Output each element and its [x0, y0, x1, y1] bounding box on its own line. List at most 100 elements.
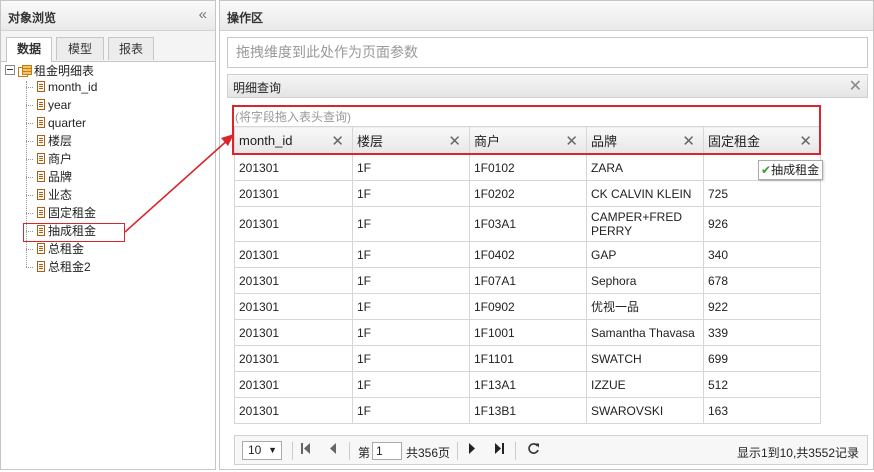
table-cell: 1F — [352, 180, 470, 207]
record-info: 显示1到10,共3552记录 — [736, 446, 859, 460]
table-row[interactable]: 201301 1F 1F13B1 SWAROVSKI 163 — [234, 397, 821, 424]
table-cell: 1F07A1 — [469, 267, 587, 294]
table-cell: 1F13A1 — [469, 371, 587, 398]
table-cell: 1F — [352, 154, 470, 181]
table-row[interactable]: 201301 1F 1F07A1 Sephora 678 — [234, 267, 821, 294]
table-row[interactable]: 201301 1F 1F0902 优视一品 922 — [234, 293, 821, 320]
table-cell: Sephora — [586, 267, 704, 294]
page-param-drop-zone[interactable]: 拖拽维度到此处作为页面参数 — [227, 37, 868, 68]
field-icon — [37, 81, 45, 92]
refresh-icon[interactable] — [527, 442, 540, 458]
tree-item-tenant[interactable]: 商户 — [37, 150, 72, 168]
table-cell: 926 — [703, 206, 821, 242]
table-cell: 201301 — [234, 267, 353, 294]
table-cell: 512 — [703, 371, 821, 398]
table-row[interactable]: 201301 1F 1F1101 SWATCH 699 — [234, 345, 821, 372]
column-header[interactable]: 固定租金 ✕ — [703, 126, 821, 155]
first-page-icon[interactable] — [301, 443, 311, 457]
table-row[interactable]: 201301 1F 1F03A1 CAMPER+FRED PERRY 926 — [234, 206, 821, 242]
remove-column-icon[interactable]: ✕ — [448, 132, 461, 150]
table-cell: 201301 — [234, 206, 353, 242]
field-icon — [37, 117, 45, 128]
field-icon — [37, 99, 45, 110]
table-row[interactable]: 201301 1F 1F0202 CK CALVIN KLEIN 725 — [234, 180, 821, 207]
collapse-icon[interactable]: « — [199, 6, 207, 23]
table-cell: 201301 — [234, 154, 353, 181]
table-cell: SWAROVSKI — [586, 397, 704, 424]
table-cell: 1F0402 — [469, 241, 587, 268]
column-header[interactable]: 品牌 ✕ — [586, 126, 704, 155]
page-number-input[interactable]: 1 — [372, 442, 402, 460]
column-header[interactable]: month_id ✕ — [234, 126, 353, 155]
table-cell: 725 — [703, 180, 821, 207]
table-cell: 201301 — [234, 180, 353, 207]
table-icon — [18, 65, 32, 77]
tree-root[interactable]: 租金明细表 — [5, 63, 94, 79]
table-cell: 1F03A1 — [469, 206, 587, 242]
pagination-bar: 10 ▼ 第 1 共356页 显示1到10,共3552记录 — [234, 435, 868, 465]
remove-column-icon[interactable]: ✕ — [799, 132, 812, 150]
collapse-node-icon[interactable] — [5, 65, 15, 75]
field-icon — [37, 153, 45, 164]
table-header-row: month_id ✕ 楼层 ✕ 商户 ✕ 品牌 ✕ 固定租金 ✕ — [234, 126, 821, 155]
tree-item-commission-rent[interactable]: 抽成租金 — [37, 222, 96, 240]
table-cell: 922 — [703, 293, 821, 320]
remove-column-icon[interactable]: ✕ — [565, 132, 578, 150]
table-cell: ZARA — [586, 154, 704, 181]
total-pages: 共356页 — [406, 446, 451, 460]
header-drop-hint: (将字段拖入表头查询) — [235, 110, 351, 124]
column-header[interactable]: 楼层 ✕ — [352, 126, 470, 155]
table-cell: IZZUE — [586, 371, 704, 398]
table-cell: 1F1001 — [469, 319, 587, 346]
column-header[interactable]: 商户 ✕ — [469, 126, 587, 155]
tree-item-year[interactable]: year — [37, 96, 71, 114]
operation-header: 操作区 — [220, 1, 873, 31]
table-cell: 201301 — [234, 371, 353, 398]
table-cell: CK CALVIN KLEIN — [586, 180, 704, 207]
table-cell: 1F — [352, 293, 470, 320]
tab-model[interactable]: 模型 — [56, 37, 104, 60]
close-icon[interactable]: ✕ — [849, 76, 862, 96]
table-cell: 699 — [703, 345, 821, 372]
tree-item-month_id[interactable]: month_id — [37, 78, 97, 96]
remove-column-icon[interactable]: ✕ — [682, 132, 695, 150]
drag-ghost: ✔抽成租金 — [758, 160, 824, 180]
tree-guide-line — [26, 81, 27, 267]
table-cell: 201301 — [234, 241, 353, 268]
tree-item-floor[interactable]: 楼层 — [37, 132, 72, 150]
tree-item-fixed-rent[interactable]: 固定租金 — [37, 204, 96, 222]
table-row[interactable]: 201301 1F 1F0102 ZARA — [234, 154, 821, 181]
table-cell: 1F — [352, 397, 470, 424]
table-cell: 201301 — [234, 397, 353, 424]
table-cell: 340 — [703, 241, 821, 268]
table-cell: 1F — [352, 241, 470, 268]
field-icon — [37, 261, 45, 272]
tree-item-quarter[interactable]: quarter — [37, 114, 86, 132]
tree-item-total-rent-2[interactable]: 总租金2 — [37, 258, 91, 276]
prev-page-icon[interactable] — [329, 443, 337, 457]
page-prefix: 第 — [358, 446, 371, 460]
tree-item-brand[interactable]: 品牌 — [37, 168, 72, 186]
table-cell: 1F1101 — [469, 345, 587, 372]
table-cell: 339 — [703, 319, 821, 346]
table-cell: Samantha Thavasa — [586, 319, 704, 346]
remove-column-icon[interactable]: ✕ — [331, 132, 344, 150]
page-size-select[interactable]: 10 ▼ — [242, 441, 282, 460]
next-page-icon[interactable] — [468, 443, 476, 457]
table-cell: SWATCH — [586, 345, 704, 372]
table-cell: 1F — [352, 267, 470, 294]
table-row[interactable]: 201301 1F 1F0402 GAP 340 — [234, 241, 821, 268]
table-cell: 1F — [352, 345, 470, 372]
tab-report[interactable]: 报表 — [108, 37, 154, 60]
tree-item-business-type[interactable]: 业态 — [37, 186, 72, 204]
object-browser-title: 对象浏览 — [8, 11, 57, 25]
operation-title: 操作区 — [227, 11, 264, 25]
last-page-icon[interactable] — [494, 443, 504, 457]
table-row[interactable]: 201301 1F 1F1001 Samantha Thavasa 339 — [234, 319, 821, 346]
table-row[interactable]: 201301 1F 1F13A1 IZZUE 512 — [234, 371, 821, 398]
table-cell: 1F — [352, 319, 470, 346]
tab-data[interactable]: 数据 — [6, 37, 52, 62]
table-cell: 1F0902 — [469, 293, 587, 320]
tree-item-total-rent[interactable]: 总租金 — [37, 240, 84, 258]
object-browser-panel: 对象浏览 « 数据 模型 报表 租金明细表 month_id year quar… — [0, 0, 216, 470]
